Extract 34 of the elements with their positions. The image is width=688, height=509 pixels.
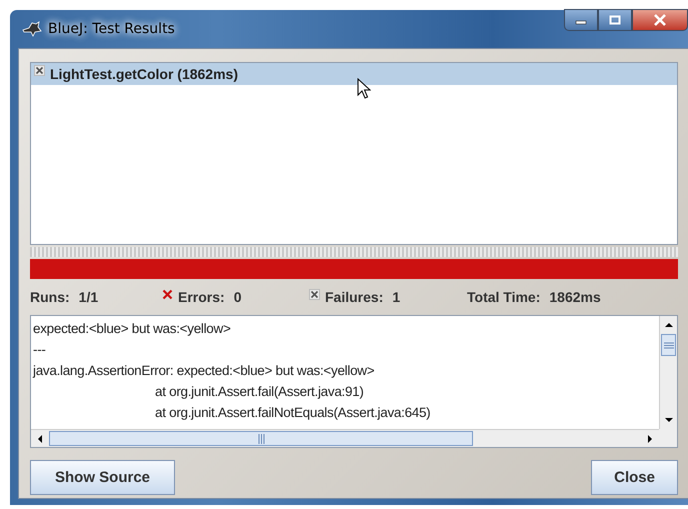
stat-label: Total Time:: [467, 289, 540, 305]
close-button[interactable]: [632, 9, 688, 31]
result-item[interactable]: LightTest.getColor (1862ms): [31, 63, 677, 85]
window-title: BlueJ: Test Results: [48, 21, 175, 37]
dialog-button[interactable]: Close: [591, 460, 678, 495]
splitter-handle[interactable]: [30, 247, 678, 257]
close-icon: [653, 14, 667, 26]
stat-value: 1862ms: [549, 289, 601, 305]
stat-label: Failures:: [325, 289, 384, 305]
trace-line: expected:<blue> but was:<yellow>: [33, 320, 232, 338]
trace-line: at org.junit.Assert.fail(Assert.java:91): [154, 383, 365, 401]
maximize-button[interactable]: [598, 9, 632, 31]
stat-label: Runs:: [30, 289, 70, 305]
trace-line: java.lang.AssertionError: expected:<blue> but was:<yellow>: [33, 362, 376, 380]
vertical-scrollbar[interactable]: [659, 316, 677, 429]
grip-icon: [258, 434, 264, 444]
trace-line: ---: [33, 341, 47, 359]
scroll-thumb[interactable]: [49, 431, 473, 446]
maximize-icon: [609, 15, 621, 25]
scroll-thumb[interactable]: [661, 334, 676, 356]
stat-value: 0: [234, 289, 242, 305]
minimize-button[interactable]: [564, 9, 598, 31]
stat-value: 1/1: [78, 289, 98, 305]
failure-icon: [309, 288, 320, 300]
grip-icon: [664, 342, 674, 348]
stat-value: 1: [392, 289, 400, 305]
pointer-icon: [357, 78, 371, 100]
stat-label: Errors:: [178, 289, 225, 305]
horizontal-scrollbar[interactable]: [31, 429, 659, 447]
failure-icon: [34, 65, 45, 76]
trace-line: at org.junit.Assert.failNotEquals(Assert.java:645): [154, 404, 432, 422]
error-icon: [162, 288, 173, 300]
bird-icon: [22, 21, 42, 37]
dialog-button[interactable]: Show Source: [30, 460, 176, 495]
